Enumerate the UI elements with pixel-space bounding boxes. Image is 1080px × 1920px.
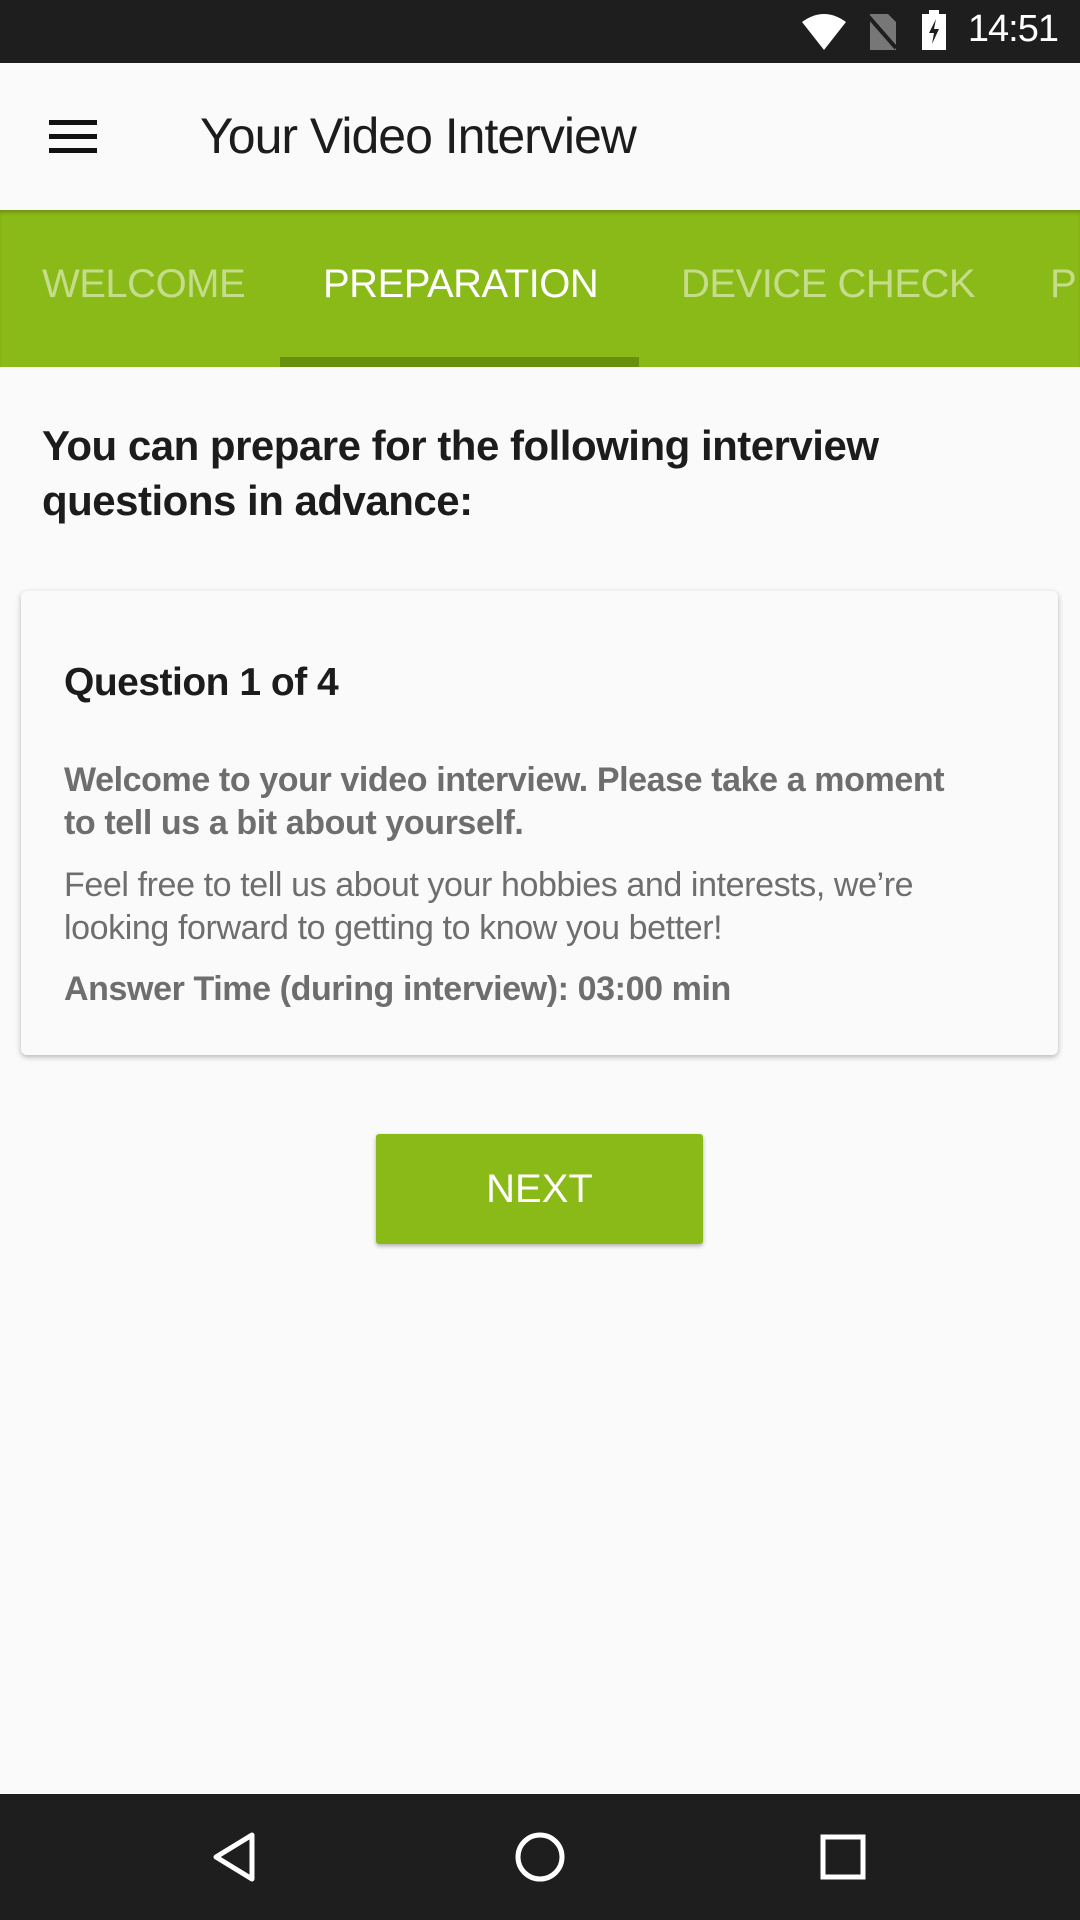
tab-device-check[interactable]: DEVICE CHECK [681, 262, 976, 307]
hamburger-menu-icon[interactable] [49, 120, 97, 154]
home-icon[interactable] [510, 1827, 570, 1887]
recents-icon[interactable] [813, 1827, 873, 1887]
next-button[interactable]: NEXT [376, 1134, 703, 1244]
app-bar: Your Video Interview [0, 63, 1080, 210]
page-heading: You can prepare for the following interv… [42, 418, 879, 528]
tab-welcome[interactable]: WELCOME [42, 262, 246, 307]
tab-bar: WELCOME PREPARATION DEVICE CHECK P [0, 210, 1080, 367]
description-line: looking forward to getting to know you b… [64, 909, 723, 947]
heading-line: You can prepare for the following interv… [42, 422, 879, 469]
question-title: Question 1 of 4 [64, 661, 339, 704]
question-card: Question 1 of 4 Welcome to your video in… [21, 591, 1058, 1055]
tab-next-partial[interactable]: P [1050, 262, 1077, 307]
question-line: to tell us a bit about yourself. [64, 804, 524, 842]
no-sim-icon [866, 14, 898, 50]
description-line: Feel free to tell us about your hobbies … [64, 866, 914, 904]
tab-preparation[interactable]: PREPARATION [323, 262, 599, 307]
navigation-bar [0, 1794, 1080, 1920]
question-line: Welcome to your video interview. Please … [64, 761, 945, 799]
app-title: Your Video Interview [200, 108, 637, 164]
wifi-icon [802, 14, 846, 50]
answer-time: Answer Time (during interview): 03:00 mi… [64, 970, 731, 1008]
question-description: Feel free to tell us about your hobbies … [64, 864, 914, 950]
status-time: 14:51 [967, 8, 1059, 50]
tab-indicator [280, 357, 639, 367]
question-text: Welcome to your video interview. Please … [64, 759, 945, 845]
status-bar: 14:51 [0, 0, 1080, 63]
battery-charging-icon [922, 10, 946, 50]
heading-line: questions in advance: [42, 477, 473, 524]
back-icon[interactable] [206, 1827, 266, 1887]
